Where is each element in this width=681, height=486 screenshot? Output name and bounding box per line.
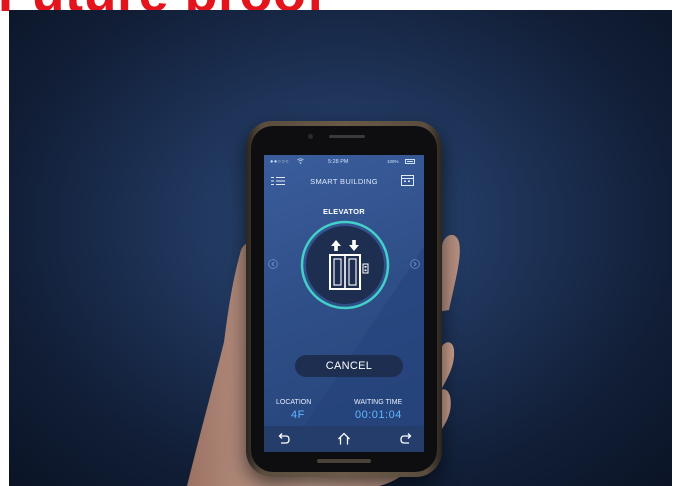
battery-percent: 100% xyxy=(387,159,399,164)
earpiece-speaker xyxy=(329,135,365,138)
photo-scene: ●●○○○ 5:28 PM 100% SMART BUILDING ELEVAT… xyxy=(9,10,672,486)
calendar-icon[interactable] xyxy=(401,175,414,186)
front-camera xyxy=(308,134,313,139)
location-label: LOCATION xyxy=(276,399,312,406)
bottom-nav-bar xyxy=(264,426,424,452)
waiting-time-label: WAITING TIME xyxy=(354,399,403,406)
smartphone: ●●○○○ 5:28 PM 100% SMART BUILDING ELEVAT… xyxy=(246,121,442,477)
app-header: SMART BUILDING xyxy=(264,169,424,193)
panel-title: ELEVATOR xyxy=(323,207,365,216)
app-screen: ●●○○○ 5:28 PM 100% SMART BUILDING ELEVAT… xyxy=(264,155,424,452)
status-bar: ●●○○○ 5:28 PM 100% xyxy=(264,155,424,169)
waiting-time-value: 00:01:04 xyxy=(355,409,402,421)
chevron-left-icon[interactable] xyxy=(268,259,278,269)
home-icon[interactable] xyxy=(337,432,351,446)
location-value: 4F xyxy=(291,409,305,421)
wifi-icon xyxy=(297,158,304,166)
signal-indicator: ●●○○○ xyxy=(270,159,290,165)
back-icon[interactable] xyxy=(277,432,291,446)
app-title: SMART BUILDING xyxy=(310,177,378,186)
hardware-home-button xyxy=(317,459,371,463)
elevator-call-button[interactable] xyxy=(300,220,390,310)
chevron-right-icon[interactable] xyxy=(410,259,420,269)
recent-apps-icon[interactable] xyxy=(399,432,413,446)
battery-icon xyxy=(405,159,415,164)
cancel-button[interactable]: CANCEL xyxy=(295,355,403,377)
status-time: 5:28 PM xyxy=(328,159,349,165)
